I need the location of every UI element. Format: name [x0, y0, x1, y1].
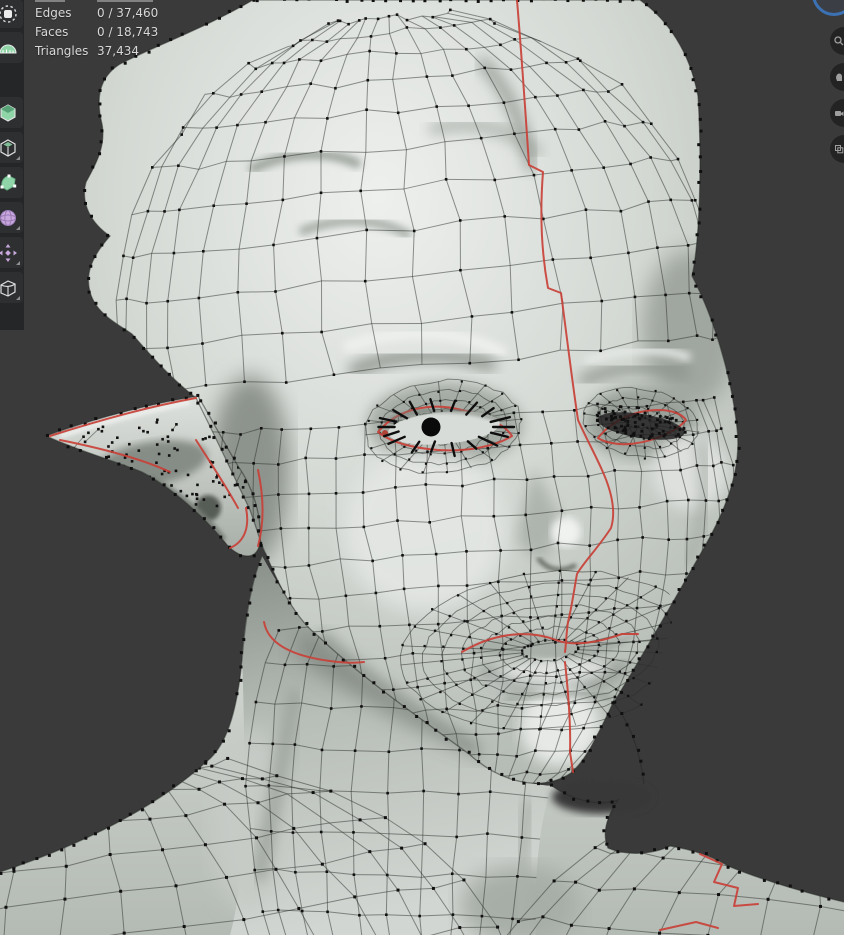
- stat-value: 0 / 37,460: [97, 4, 158, 23]
- stat-faces: Faces 0 / 18,743: [35, 23, 158, 42]
- stat-value: 0 / 18,743: [97, 23, 158, 42]
- transform-tool-button[interactable]: [0, 0, 23, 28]
- inset-faces-tool-button[interactable]: [0, 132, 23, 163]
- edge-slide-icon: [0, 278, 18, 298]
- mesh-3d-view[interactable]: [0, 0, 844, 935]
- stat-label: Faces: [35, 23, 97, 42]
- spin-icon: [0, 208, 18, 228]
- zoom-icon: [834, 36, 844, 46]
- extrude-region-tool-button[interactable]: [0, 97, 23, 128]
- stat-triangles: Triangles 37,434: [35, 42, 158, 61]
- poly-build-icon: [0, 173, 18, 193]
- clipped-stats-row: [35, 0, 153, 2]
- edge-slide-tool-button[interactable]: [0, 272, 23, 303]
- spin-tool-button[interactable]: [0, 202, 23, 233]
- pupil: [422, 418, 441, 437]
- perspective-toggle-icon: [834, 144, 844, 154]
- camera-view-icon: [834, 108, 844, 118]
- measure-icon: [0, 38, 18, 58]
- stat-label: Triangles: [35, 42, 97, 61]
- extrude-region-icon: [0, 103, 18, 123]
- randomize-icon: [0, 243, 18, 263]
- stat-edges: Edges 0 / 37,460: [35, 4, 158, 23]
- measure-tool-button[interactable]: [0, 32, 23, 63]
- randomize-tool-button[interactable]: [0, 237, 23, 268]
- transform-icon: [0, 4, 18, 24]
- move-view-icon: [834, 72, 844, 82]
- viewport-canvas[interactable]: Edges 0 / 37,460 Faces 0 / 18,743 Triang…: [0, 0, 844, 935]
- stat-value: 37,434: [97, 42, 139, 61]
- inset-faces-icon: [0, 138, 18, 158]
- poly-build-tool-button[interactable]: [0, 167, 23, 198]
- statistics-overlay: Edges 0 / 37,460 Faces 0 / 18,743 Triang…: [35, 4, 158, 61]
- edit-mode-toolbar: [0, 0, 24, 330]
- stat-label: Edges: [35, 4, 97, 23]
